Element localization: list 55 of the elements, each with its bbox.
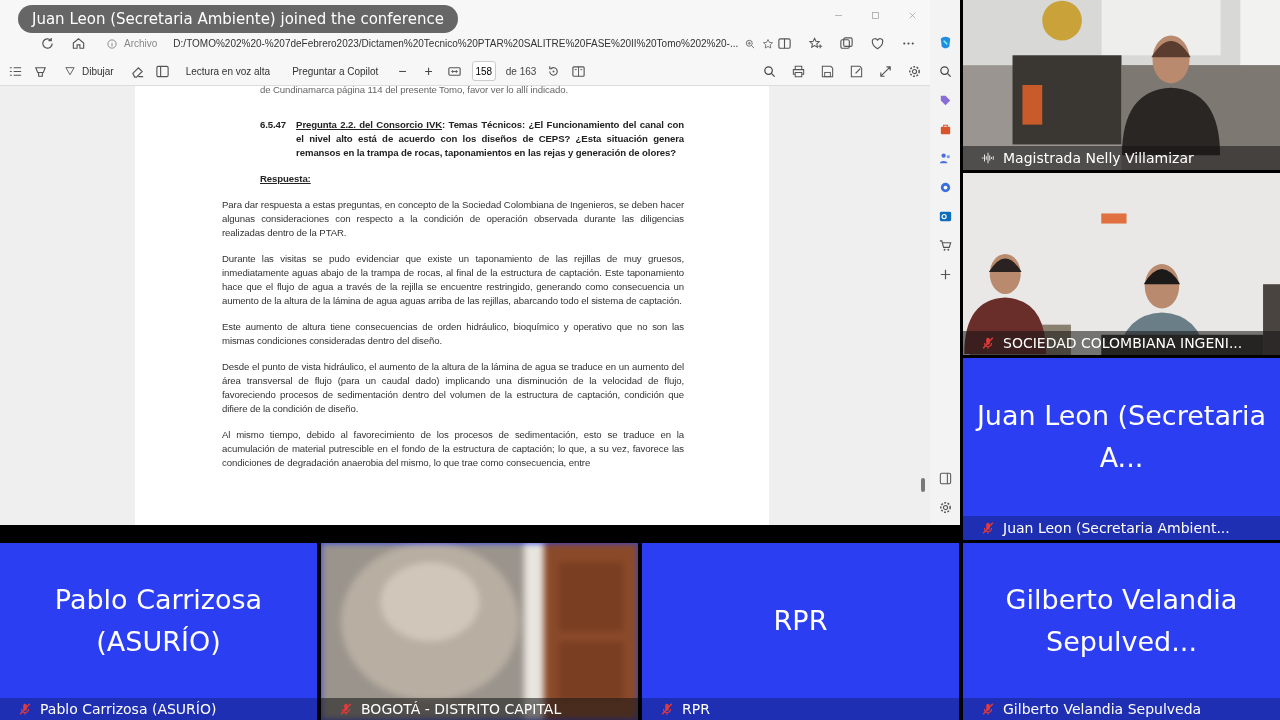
people-icon[interactable] bbox=[937, 151, 953, 166]
paragraph: Al mismo tiempo, debido al favorecimiento de los procesos de sedimentación, esto se traduce en la acumulación de material putrescible en el fondo de la estructura de captación; lo que, a su vez, favorece las condiciones de degradación anaerobia del mismo, lo que trae como consecuencia, entre bbox=[222, 428, 684, 470]
participant-name: Gilberto Velandia Sepulved... bbox=[1004, 582, 1239, 659]
read-aloud-button[interactable]: Lectura en voz alta bbox=[179, 63, 277, 79]
page-view-icon[interactable] bbox=[571, 63, 587, 79]
participant-label: Gilberto Velandia Sepulveda bbox=[1003, 701, 1202, 717]
address-bar[interactable]: Archivo D:/TOMO%202%20-%207deFebrero2023/Dictamen%20Tecnico%20PTAR%20SALITRE%20FASE%20II%20Tomo%202%20-... bbox=[102, 32, 761, 55]
refresh-icon[interactable] bbox=[40, 36, 55, 51]
participant-name: Juan Leon (Secretaria A... bbox=[974, 399, 1268, 475]
zoom-in-button[interactable]: + bbox=[420, 63, 437, 79]
sidebar-icon[interactable] bbox=[937, 471, 953, 486]
participant-label: RPR bbox=[682, 701, 710, 717]
zoom-icon[interactable] bbox=[744, 37, 757, 50]
home-icon[interactable] bbox=[71, 36, 86, 51]
save-as-icon[interactable] bbox=[849, 63, 864, 79]
search-icon[interactable] bbox=[937, 64, 953, 79]
text-line: de Cundinamarca página 114 del presente Tomo, favor ver lo allí indicado. bbox=[260, 86, 570, 94]
search-icon[interactable] bbox=[762, 63, 777, 79]
page-total: de 163 bbox=[505, 65, 537, 77]
scrollbar-thumb[interactable] bbox=[921, 478, 925, 492]
cart-icon[interactable] bbox=[937, 238, 953, 253]
text-box-icon[interactable] bbox=[154, 63, 170, 79]
heart-icon[interactable] bbox=[870, 36, 885, 51]
participant-name: Pablo Carrizosa (ASURÍO) bbox=[53, 582, 264, 659]
draw-button[interactable]: Dibujar bbox=[58, 63, 120, 79]
info-icon bbox=[106, 37, 118, 50]
participant-name: RPR bbox=[773, 603, 828, 638]
star-icon[interactable] bbox=[762, 37, 775, 50]
notification-toast: Juan Leon (Secretaria Ambiente) joined the conference bbox=[18, 5, 458, 33]
paragraph: Este aumento de altura tiene consecuencias de orden hidráulico, bioquímico y operativo que no son las mismas condiciones consideradas dentro del diseño. bbox=[222, 320, 684, 348]
favorites-icon[interactable] bbox=[808, 36, 823, 51]
zoom-out-button[interactable]: − bbox=[394, 63, 411, 79]
paragraph: Desde el punto de vista hidráulico, el aumento de la altura de la lámina de agua se traduce en un aumento del área transversal de flujo (para un caudal dado) implicando una disminución de la velocidad de flujo, favoreciendo procesos de sedimentación dentro del volumen de la estructura de captación, condición que difiere de la condición de diseño. bbox=[222, 360, 684, 416]
settings-icon[interactable] bbox=[907, 63, 922, 79]
participant-label: Juan Leon (Secretaria Ambient... bbox=[1003, 520, 1230, 536]
collections-icon[interactable] bbox=[839, 36, 854, 51]
save-icon[interactable] bbox=[820, 63, 835, 79]
paragraph: Durante las visitas se pudo evidenciar que existe un taponamiento de las rejillas de muy gruesos, inmediatamente aguas abajo de la trampa de rocas, al final de la estructura de captación. Este taponamiento hace que el flujo de agua a través de la rejilla se encuentre restringido, generando como consecuencia un aumento de la altura de la lámina de agua aguas arriba de las rejillas, abarcando todo el sistema de captación. bbox=[222, 252, 684, 308]
print-icon[interactable] bbox=[791, 63, 806, 79]
section-heading: Respuesta: bbox=[260, 172, 312, 186]
url-text: D:/TOMO%202%20-%207deFebrero2023/Dictamen%20Tecnico%20PTAR%20SALITRE%20FASE%20II%20Tomo%202%20-... bbox=[173, 38, 739, 49]
address-label: Archivo bbox=[124, 38, 159, 49]
section-number: 6.5.47 bbox=[260, 118, 287, 132]
participant-label: Magistrada Nelly Villamizar bbox=[1003, 150, 1194, 166]
page-number-field[interactable]: 158 bbox=[471, 61, 496, 81]
ask-copilot-button[interactable]: Preguntar a Copilot bbox=[286, 63, 385, 79]
participant-label: SOCIEDAD COLOMBIANA INGENI... bbox=[1003, 335, 1243, 351]
split-screen-icon[interactable] bbox=[777, 36, 792, 51]
participant-label: Pablo Carrizosa (ASURÍO) bbox=[40, 701, 217, 717]
triangle-icon bbox=[64, 65, 76, 77]
paragraph: Para dar respuesta a estas preguntas, en concepto de la Sociedad Colombiana de Ingenieros, se deben hacer algunas consideraciones con respecto a la condición de operación observada durante las diligencias realizadas dentro de la PTAR. bbox=[222, 198, 684, 240]
participant-label: BOGOTÁ - DISTRITO CAPITAL bbox=[361, 701, 562, 717]
settings-icon[interactable] bbox=[937, 500, 953, 515]
fullscreen-icon[interactable] bbox=[878, 63, 893, 79]
question-text: Pregunta 2.2. del Consorcio IVK: Temas Técnicos: ¿El Funcionamiento del canal con el nivel alto está de acuerdo con los diseños de CEPS? ¿Esta situación genera remansos en la trampa de rocas, taponamientos en las rejas y generación de olores? bbox=[296, 118, 684, 160]
